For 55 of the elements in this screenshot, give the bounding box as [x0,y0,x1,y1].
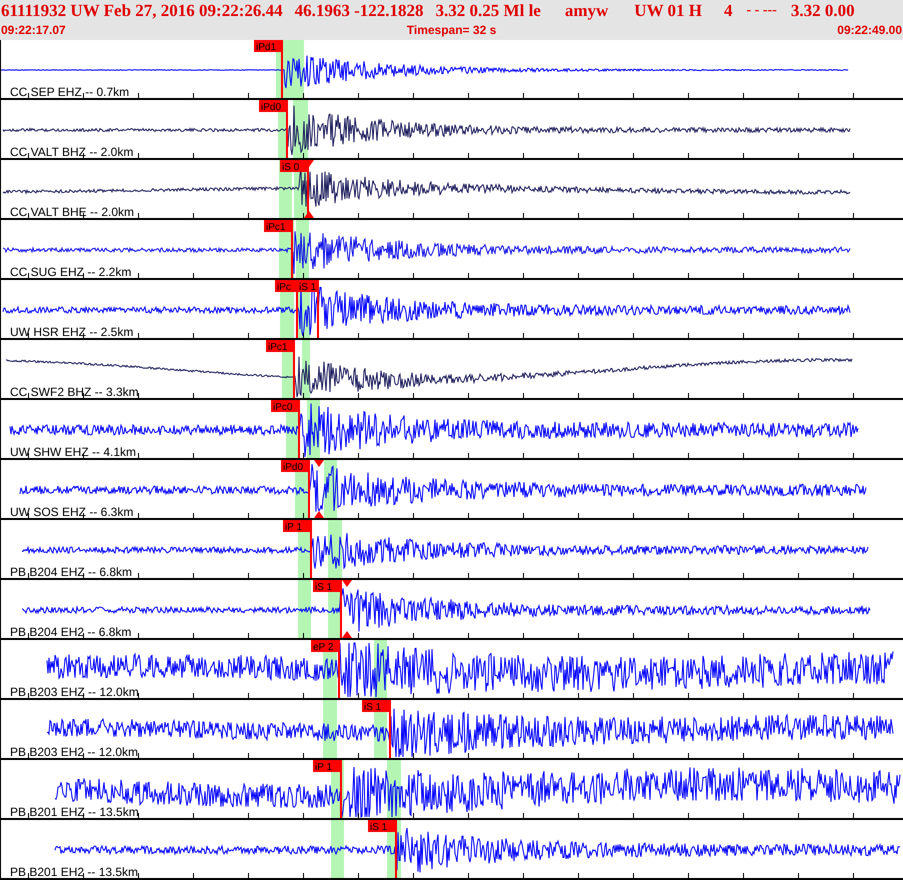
pick-flag: iS 1 [313,580,352,593]
pick-line [298,400,300,458]
pick-line [389,700,391,758]
station-label: PB B204 EH2 -- 6.8km [10,625,132,639]
timespan-label: Timespan= 32 s [406,23,496,37]
station-label: CC SUG EHZ -- 2.2km [10,265,132,279]
station-label: CC VALT BHZ -- 2.0km [10,145,134,159]
pick-flag: iS 1 [297,280,318,293]
pick-flag: iS 0 [280,160,314,173]
pick-flag: eP 2 [311,640,339,653]
pick-line [310,520,312,578]
pick-line [395,820,397,878]
header-field: amyw [564,1,608,21]
pick-flag: iP 1 [283,520,311,533]
station-label: CC VALT BHE -- 2.0km [10,205,134,219]
pick-line [308,460,310,518]
header-field: 3.32 0.25 Ml le [436,1,541,21]
station-label: CC SWF2 BHZ -- 3.3km [10,385,139,399]
pick-flag: iP 1 [313,760,341,773]
pick-flag: iPd0 [281,460,324,473]
pick-flag: iS 1 [368,820,396,833]
pick-flag: iPd1 [254,40,282,53]
pick-line [340,580,342,638]
pick-flag: iPc1 [264,220,292,233]
time-window-band [331,820,344,878]
pick-line [340,760,342,818]
time-window-band [298,580,311,638]
pick-flag: iPc [275,280,297,293]
pick-line [293,340,295,398]
end-time: 09:22:49.00 [837,23,902,37]
pick-flag: iS 1 [362,700,390,713]
pick-line [281,40,283,98]
pick-line [286,100,288,158]
pick-line [291,220,293,278]
station-label: UW SOS EHZ -- 6.3km [10,505,134,519]
header-field: 4 [724,1,732,21]
station-label: PB B201 EH2 -- 13.5km [10,865,138,879]
pick-flag: iPd0 [259,100,287,113]
header-field: UW 01 H [634,1,702,21]
station-label: UW HSR EHZ -- 2.5km [10,325,134,339]
station-label: PB B204 EHZ -- 6.8km [10,565,132,579]
pick-flag: iPc1 [266,340,294,353]
pick-flag: iPc0 [271,400,299,413]
station-label: PB B201 EHZ -- 13.5km [10,805,139,819]
header-field: 61111932 UW Feb 27, 2016 09:22:26.44 [1,1,283,21]
station-label: UW SHW EHZ -- 4.1km [10,445,136,459]
header-field: - - --- [746,3,777,19]
station-label: CC SEP EHZ -- 0.7km [10,85,130,99]
header-field: 46.1963 -122.1828 [294,1,424,21]
start-time: 09:22:17.07 [1,23,66,37]
pick-line [338,640,340,698]
pick-line [317,280,319,338]
station-label: PB B203 EH2 -- 12.0km [10,745,138,759]
header-field: 3.32 0.00 [790,1,855,21]
station-label: PB B203 EHZ -- 12.0km [10,685,139,699]
